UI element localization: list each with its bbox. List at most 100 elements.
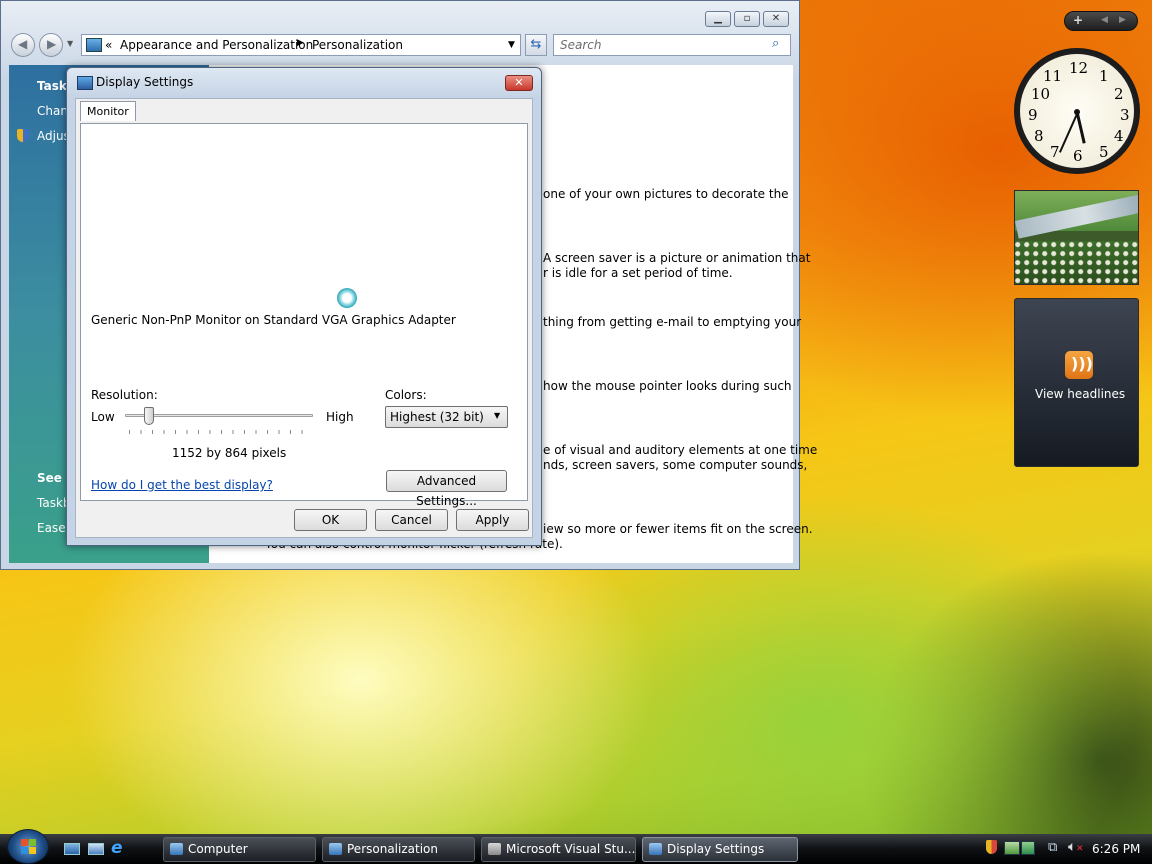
defender-icon[interactable]	[1021, 841, 1035, 855]
back-arrow-icon: ◀	[18, 37, 28, 51]
breadcrumb-personalization[interactable]: Personalization	[312, 38, 403, 52]
forward-arrow-icon: ▶	[47, 37, 57, 51]
add-gadget-icon[interactable]: +	[1073, 13, 1083, 27]
resolution-slider[interactable]	[125, 407, 313, 425]
search-placeholder: Search	[560, 38, 602, 52]
monitor-tab-page: Generic Non-PnP Monitor on Standard VGA …	[80, 123, 528, 508]
search-icon[interactable]: ⌕	[772, 36, 779, 51]
clock-number: 5	[1099, 143, 1109, 161]
clock-number: 8	[1034, 127, 1044, 145]
task-link-adjust[interactable]: Adjus	[37, 129, 70, 143]
computer-icon	[170, 843, 183, 855]
windows-logo-icon-part	[21, 847, 28, 854]
taskbar-clock[interactable]: 6:26 PM	[1092, 842, 1140, 856]
security-alert-icon[interactable]	[986, 840, 997, 854]
best-display-help-link[interactable]: How do I get the best display?	[91, 478, 273, 492]
content-line: one of your own pictures to decorate the	[543, 187, 789, 201]
busy-spinner-icon	[337, 288, 357, 308]
content-line: r is idle for a set period of time.	[543, 266, 733, 280]
colors-select-value: Highest (32 bit)	[390, 410, 484, 424]
taskbar-button-computer[interactable]: Computer	[163, 837, 316, 862]
dialog-close-button[interactable]: ✕	[505, 75, 533, 91]
windows-update-icon[interactable]	[1004, 841, 1020, 855]
mute-x-icon: ✕	[1076, 844, 1084, 854]
address-bar[interactable]: « Appearance and Personalization ▶ Perso…	[81, 34, 521, 56]
back-button[interactable]: ◀	[11, 33, 35, 57]
clock-number: 10	[1031, 85, 1051, 103]
refresh-icon[interactable]: ⇆	[525, 34, 547, 56]
taskbar-button-label: Personalization	[347, 842, 438, 856]
shield-icon	[17, 129, 29, 142]
switch-windows-icon[interactable]	[88, 843, 104, 855]
taskbar-button-display-settings[interactable]: Display Settings	[642, 837, 798, 862]
windows-logo-icon-part	[29, 847, 36, 854]
clock-number: 6	[1073, 147, 1083, 165]
display-settings-dialog: Display Settings ✕ Monitor Generic Non-P…	[66, 67, 542, 546]
minimize-button[interactable]: ▁	[705, 11, 731, 27]
slideshow-gadget[interactable]	[1014, 190, 1139, 285]
internet-explorer-icon[interactable]: e	[111, 838, 123, 858]
content-line: iew so more or fewer items fit on the sc…	[543, 522, 813, 536]
display-settings-icon	[649, 843, 662, 855]
resolution-high-label: High	[326, 410, 354, 424]
sidebar-gadget-controls: + ◀ ▶	[1064, 11, 1138, 31]
content-line: e of visual and auditory elements at one…	[543, 443, 818, 457]
advanced-settings-button[interactable]: Advanced Settings...	[386, 470, 507, 508]
resolution-value: 1152 by 864 pixels	[172, 446, 287, 460]
clock-number: 9	[1028, 106, 1038, 124]
ok-button[interactable]: OK	[294, 509, 367, 531]
feed-headlines-gadget[interactable]: ))) View headlines	[1014, 298, 1139, 467]
chevron-down-icon: ▼	[494, 411, 501, 420]
taskbar-button-label: Display Settings	[667, 842, 765, 856]
taskbar-button-label: Microsoft Visual Stu...	[506, 842, 636, 856]
clock-face: 12 1 2 3 4 5 6 7 8 9 10 11	[1020, 54, 1134, 168]
recent-pages-chevron-icon[interactable]: ▼	[67, 39, 73, 48]
windows-logo-icon	[21, 839, 28, 846]
content-line: thing from getting e-mail to emptying yo…	[543, 315, 802, 329]
content-line: how the mouse pointer looks during such	[543, 379, 792, 393]
dialog-body: Monitor Generic Non-PnP Monitor on Stand…	[75, 98, 533, 538]
search-input[interactable]: Search ⌕	[553, 34, 791, 56]
apply-button[interactable]: Apply	[456, 509, 529, 531]
display-settings-icon	[77, 76, 93, 90]
address-dropdown-icon[interactable]: ▼	[508, 40, 515, 50]
cancel-button[interactable]: Cancel	[375, 509, 448, 531]
tab-monitor[interactable]: Monitor	[80, 101, 136, 121]
visual-studio-icon	[488, 843, 501, 855]
taskbar-button-label: Computer	[188, 842, 248, 856]
next-icon[interactable]: ▶	[1119, 15, 1126, 25]
maximize-button[interactable]: ▫	[734, 11, 760, 27]
previous-icon[interactable]: ◀	[1101, 15, 1108, 25]
network-icon[interactable]: ⧉	[1048, 840, 1057, 855]
slideshow-photo-meadow	[1015, 241, 1138, 284]
clock-gadget[interactable]: 12 1 2 3 4 5 6 7 8 9 10 11	[1014, 48, 1140, 174]
breadcrumb-appearance[interactable]: Appearance and Personalization	[120, 38, 313, 52]
breadcrumb-chevrons[interactable]: «	[105, 38, 112, 52]
resolution-slider-thumb[interactable]	[144, 407, 154, 425]
clock-hour-hand	[1076, 113, 1086, 144]
personalization-icon	[329, 843, 342, 855]
resolution-label: Resolution:	[91, 388, 158, 402]
colors-label: Colors:	[385, 388, 427, 402]
clock-center-pin	[1074, 109, 1080, 115]
windows-logo-icon-part	[29, 839, 36, 846]
show-desktop-icon[interactable]	[64, 843, 80, 855]
clock-number: 12	[1069, 59, 1089, 77]
close-button[interactable]: ✕	[763, 11, 789, 27]
clock-number: 11	[1043, 67, 1063, 85]
clock-number: 1	[1099, 67, 1109, 85]
clock-number: 3	[1120, 106, 1130, 124]
breadcrumb-separator-icon[interactable]: ▶	[297, 38, 304, 48]
taskbar-button-personalization[interactable]: Personalization	[322, 837, 475, 862]
resolution-low-label: Low	[91, 410, 115, 424]
colors-select[interactable]: Highest (32 bit) ▼	[385, 406, 508, 428]
clock-number: 2	[1114, 85, 1124, 103]
forward-button[interactable]: ▶	[39, 33, 63, 57]
dialog-title: Display Settings	[96, 75, 194, 89]
start-button[interactable]	[7, 829, 49, 864]
taskbar-button-visual-studio[interactable]: Microsoft Visual Stu...	[481, 837, 636, 862]
content-line: A screen saver is a picture or animation…	[543, 251, 811, 265]
content-line: nds, screen savers, some computer sounds…	[543, 458, 808, 472]
view-headlines-link[interactable]: View headlines	[1035, 387, 1125, 401]
rss-feed-icon: )))	[1065, 351, 1093, 379]
